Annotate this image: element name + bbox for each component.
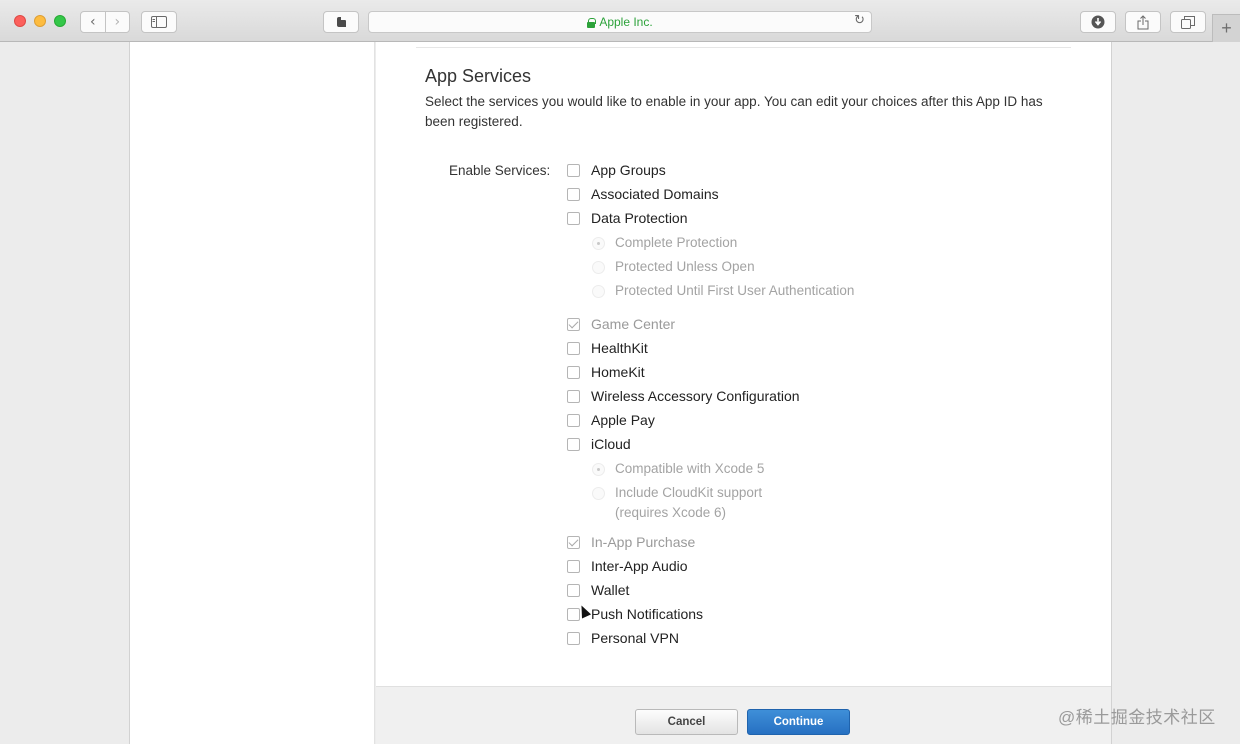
icloud-option-xcode5[interactable]: Compatible with Xcode 5 <box>592 459 764 479</box>
service-label: Push Notifications <box>591 606 704 622</box>
service-app-groups[interactable]: App Groups <box>567 162 666 178</box>
cancel-button[interactable]: Cancel <box>635 709 738 735</box>
downloads-icon[interactable] <box>1080 11 1116 33</box>
minimize-window-button[interactable] <box>34 15 46 27</box>
service-homekit[interactable]: HomeKit <box>567 364 645 380</box>
close-window-button[interactable] <box>14 15 26 27</box>
option-sublabel: (requires Xcode 6) <box>615 505 727 520</box>
service-label: HomeKit <box>591 364 645 380</box>
reload-icon[interactable]: ↻ <box>854 13 865 28</box>
icloud-checkbox[interactable] <box>567 437 580 451</box>
in-app-purchase-checkbox <box>567 535 580 549</box>
back-icon[interactable]: ‹ <box>81 12 105 32</box>
service-game-center: Game Center <box>567 316 675 332</box>
personal-vpn-checkbox[interactable] <box>567 631 580 645</box>
service-associated-domains[interactable]: Associated Domains <box>567 186 719 202</box>
apple-pay-checkbox[interactable] <box>567 413 580 427</box>
option-label: Protected Until First User Authenticatio… <box>615 283 855 298</box>
associated-domains-checkbox[interactable] <box>567 187 580 201</box>
page-right-gutter <box>1111 42 1240 744</box>
app-groups-checkbox[interactable] <box>567 163 580 177</box>
service-inter-app-audio[interactable]: Inter-App Audio <box>567 558 688 574</box>
radio-button[interactable] <box>592 463 605 476</box>
homekit-checkbox[interactable] <box>567 365 580 379</box>
option-label: Protected Unless Open <box>615 259 755 274</box>
service-in-app-purchase: In-App Purchase <box>567 534 695 550</box>
page-left-gutter <box>0 42 130 744</box>
service-label: Wireless Accessory Configuration <box>591 388 800 404</box>
app-services-panel: App Services Select the services you wou… <box>376 42 1111 686</box>
section-description: Select the services you would like to en… <box>425 94 1043 129</box>
service-icloud[interactable]: iCloud <box>567 436 631 452</box>
game-center-checkbox <box>567 317 580 331</box>
data-protection-checkbox[interactable] <box>567 211 580 225</box>
share-icon[interactable] <box>1125 11 1161 33</box>
option-label: Compatible with Xcode 5 <box>615 461 765 476</box>
service-data-protection[interactable]: Data Protection <box>567 210 688 226</box>
wallet-checkbox[interactable] <box>567 583 580 597</box>
data-protection-option-first-auth[interactable]: Protected Until First User Authenticatio… <box>592 281 854 301</box>
service-wallet[interactable]: Wallet <box>567 582 629 598</box>
service-personal-vpn[interactable]: Personal VPN <box>567 630 679 646</box>
wireless-accessory-checkbox[interactable] <box>567 389 580 403</box>
service-label: Associated Domains <box>591 186 719 202</box>
service-apple-pay[interactable]: Apple Pay <box>567 412 655 428</box>
continue-button[interactable]: Continue <box>747 709 850 735</box>
url-text: Apple Inc. <box>599 15 653 29</box>
data-protection-option-complete[interactable]: Complete Protection <box>592 233 737 253</box>
divider <box>416 47 1071 48</box>
enable-services-label: Enable Services: <box>449 163 551 178</box>
forward-icon[interactable]: › <box>104 12 130 32</box>
inter-app-audio-checkbox[interactable] <box>567 559 580 573</box>
radio-button[interactable] <box>592 285 605 298</box>
service-label: Data Protection <box>591 210 688 226</box>
service-healthkit[interactable]: HealthKit <box>567 340 648 356</box>
service-wireless-accessory[interactable]: Wireless Accessory Configuration <box>567 388 800 404</box>
tabs-overview-icon[interactable] <box>1170 11 1206 33</box>
address-bar[interactable]: Apple Inc. ↻ <box>368 11 872 33</box>
plus-icon: + <box>1221 18 1232 38</box>
form-footer: Cancel Continue <box>376 686 1111 744</box>
data-protection-option-unless-open[interactable]: Protected Unless Open <box>592 257 755 277</box>
service-label: App Groups <box>591 162 666 178</box>
radio-button[interactable] <box>592 237 605 250</box>
service-label: Apple Pay <box>591 412 655 428</box>
service-label: Wallet <box>591 582 630 598</box>
service-label: Inter-App Audio <box>591 558 688 574</box>
radio-button[interactable] <box>592 487 605 500</box>
option-label: Complete Protection <box>615 235 738 250</box>
radio-button[interactable] <box>592 261 605 274</box>
page-left-column <box>130 42 375 744</box>
extension-icon[interactable] <box>323 11 359 33</box>
lock-icon <box>587 17 597 28</box>
option-label: Include CloudKit support <box>615 485 763 500</box>
browser-toolbar: ‹ › Apple Inc. ↻ + <box>0 0 1240 42</box>
service-label: Personal VPN <box>591 630 679 646</box>
service-label: Game Center <box>591 316 676 332</box>
new-tab-button[interactable]: + <box>1212 14 1240 42</box>
service-label: iCloud <box>591 436 631 452</box>
service-label: HealthKit <box>591 340 648 356</box>
section-title: App Services <box>425 66 532 86</box>
watermark-text: @稀土掘金技术社区 <box>1058 708 1216 727</box>
service-label: In-App Purchase <box>591 534 696 550</box>
icloud-option-cloudkit[interactable]: Include CloudKit support (requires Xcode… <box>592 483 762 523</box>
sidebar-icon[interactable] <box>141 11 177 33</box>
history-navigation: ‹ › <box>80 11 130 33</box>
healthkit-checkbox[interactable] <box>567 341 580 355</box>
zoom-window-button[interactable] <box>54 15 66 27</box>
